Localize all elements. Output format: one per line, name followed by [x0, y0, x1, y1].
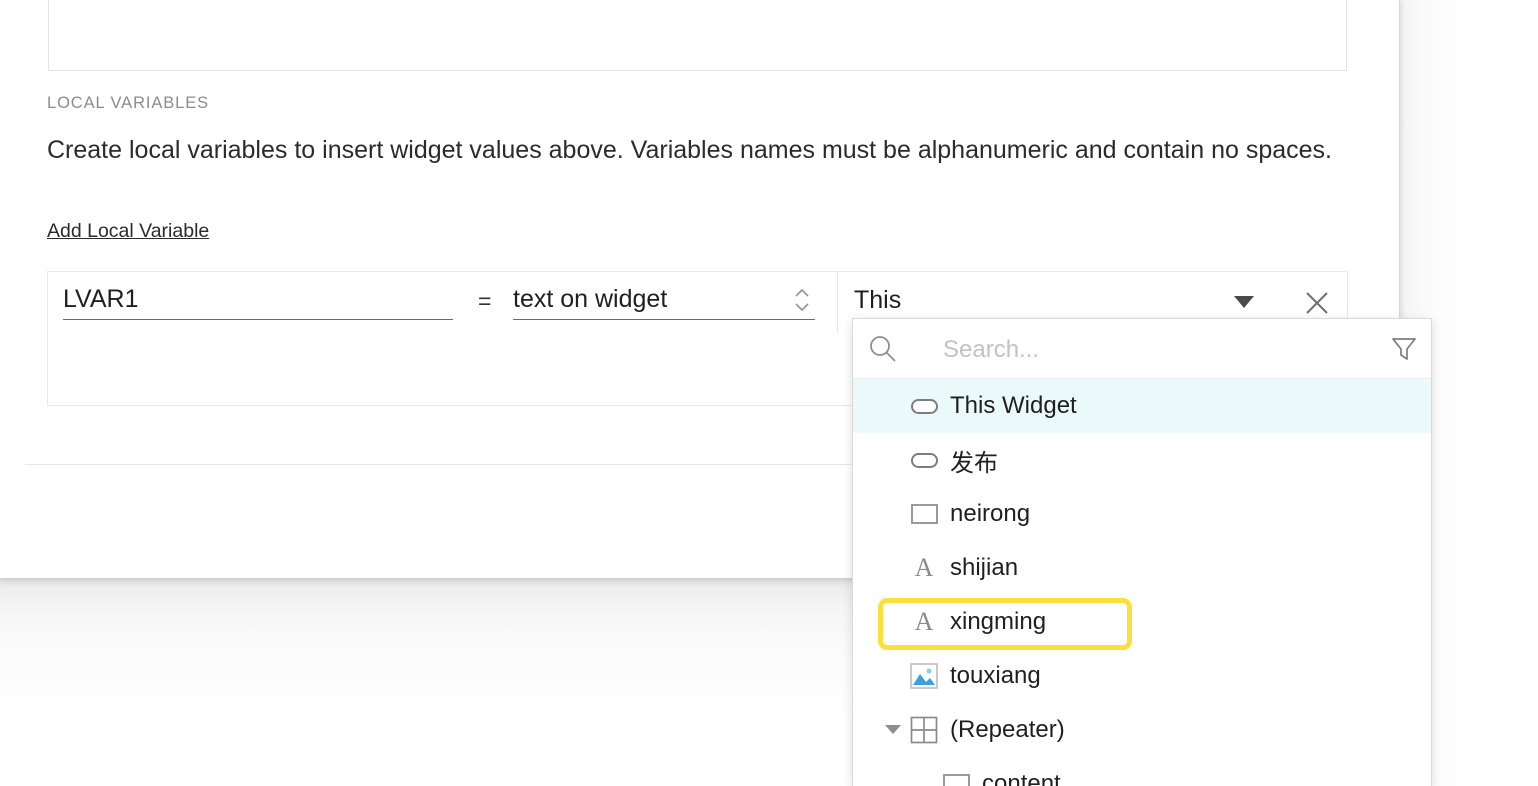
text-label-icon: A [914, 553, 934, 582]
text-label-icon: A [914, 607, 934, 636]
list-item-label: shijian [950, 554, 1019, 581]
search-input[interactable] [941, 331, 1385, 369]
variable-name-input[interactable] [63, 284, 453, 320]
list-item-label: This Widget [950, 392, 1077, 419]
section-title-local-variables: LOCAL VARIABLES [47, 94, 210, 112]
widget-list: This Widget 发布 neirong A shijian A xingm… [853, 379, 1431, 786]
box-widget-icon [939, 767, 973, 786]
caret-down-icon[interactable] [1234, 296, 1254, 308]
local-variables-description: Create local variables to insert widget … [47, 136, 1332, 164]
screen-root: LOCAL VARIABLES Create local variables t… [0, 0, 1538, 786]
chevron-up-down-icon[interactable] [793, 283, 811, 317]
variable-type-select[interactable]: text on widget [513, 284, 815, 320]
list-item[interactable]: content [853, 757, 1431, 786]
list-item-label: content [982, 770, 1061, 786]
list-item[interactable]: A shijian [853, 541, 1431, 595]
close-x-icon[interactable] [1304, 290, 1330, 316]
repeater-grid-icon [907, 713, 941, 747]
widget-target-value: This [854, 286, 902, 314]
list-item[interactable]: A xingming [853, 595, 1431, 649]
image-widget-icon [907, 659, 941, 693]
button-widget-icon [907, 389, 941, 423]
filter-funnel-icon[interactable] [1390, 335, 1418, 363]
dropdown-search-bar [853, 319, 1431, 379]
list-item-label: touxiang [950, 662, 1041, 689]
list-item[interactable]: This Widget [853, 379, 1431, 433]
add-local-variable-link[interactable]: Add Local Variable [47, 220, 209, 243]
list-item[interactable]: neirong [853, 487, 1431, 541]
disclosure-triangle-down-icon[interactable] [885, 725, 901, 734]
box-widget-icon [907, 497, 941, 531]
list-item-label: 发布 [950, 449, 998, 477]
list-item-label: (Repeater) [950, 716, 1065, 743]
list-item[interactable]: 发布 [853, 433, 1431, 487]
list-item-label: xingming [950, 608, 1047, 635]
equals-label: = [478, 288, 492, 314]
list-item[interactable]: touxiang [853, 649, 1431, 703]
list-item[interactable]: (Repeater) [853, 703, 1431, 757]
variable-type-value: text on widget [513, 285, 668, 313]
widget-target-dropdown: This Widget 发布 neirong A [852, 318, 1432, 786]
button-widget-icon [907, 443, 941, 477]
search-icon [867, 333, 899, 365]
expression-textarea[interactable] [48, 0, 1347, 71]
list-item-label: neirong [950, 500, 1031, 527]
